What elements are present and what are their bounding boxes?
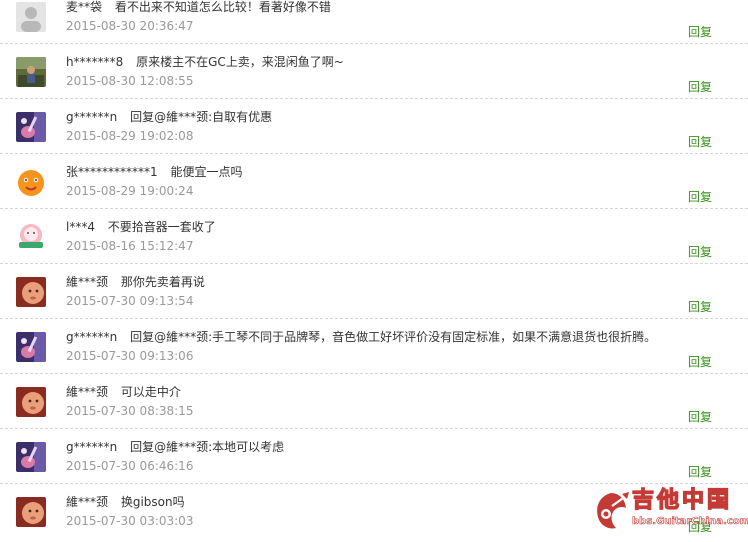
comment-timestamp: 2015-07-30 06:46:16: [66, 459, 194, 473]
avatar[interactable]: [16, 112, 46, 142]
comment-text: 能便宜一点吗: [170, 165, 243, 179]
reply-button[interactable]: 回复: [688, 299, 712, 315]
comment-text: 那你先卖着再说: [120, 275, 205, 289]
comment-text: 回复@維***颈:手工琴不同于品牌琴，音色做工好坏评价没有固定标准，如果不满意退…: [130, 330, 657, 344]
avatar[interactable]: [16, 442, 46, 472]
guitar-avatar-icon: [16, 112, 46, 142]
comment-item: g******n 回复@維***颈:本地可以考虑 2015-07-30 06:4…: [0, 429, 748, 484]
comment-text: 不要拾音器一套收了: [107, 220, 216, 234]
reply-button[interactable]: 回复: [688, 24, 712, 40]
guitarchina-watermark: 吉他中国 bbs.GuitarChina.com: [592, 487, 748, 534]
avatar[interactable]: [16, 332, 46, 362]
comment-timestamp: 2015-08-30 20:36:47: [66, 19, 194, 33]
avatar[interactable]: [16, 387, 46, 417]
comment-text: 原来楼主不在GC上卖，来混闲鱼了啊~: [136, 55, 344, 69]
comment-timestamp: 2015-08-29 19:02:08: [66, 129, 194, 143]
comment-text: 换gibson吗: [120, 495, 185, 509]
comment-username[interactable]: g******n: [66, 440, 117, 454]
reply-button[interactable]: 回复: [688, 134, 712, 150]
comment-username[interactable]: 維***颈: [66, 495, 108, 509]
reply-button[interactable]: 回复: [688, 354, 712, 370]
reply-button[interactable]: 回复: [688, 189, 712, 205]
guitar-avatar-icon: [16, 442, 46, 472]
comment-username[interactable]: l***4: [66, 220, 95, 234]
comment-timestamp: 2015-08-30 12:08:55: [66, 74, 194, 88]
reply-button[interactable]: 回复: [688, 79, 712, 95]
comment-item: 麦**袋 看不出来不知道怎么比较！看著好像不错 2015-08-30 20:36…: [0, 0, 748, 44]
comment-username[interactable]: h*******8: [66, 55, 123, 69]
avatar[interactable]: [16, 57, 46, 87]
comment-item: g******n 回复@維***颈:自取有优惠 2015-08-29 19:02…: [0, 99, 748, 154]
comment-item: 維***颈 那你先卖着再说 2015-07-30 09:13:54 回复: [0, 264, 748, 319]
baby-photo-avatar-icon: [16, 277, 46, 307]
comment-username[interactable]: g******n: [66, 330, 117, 344]
comment-username[interactable]: 維***颈: [66, 385, 108, 399]
comment-timestamp: 2015-08-29 19:00:24: [66, 184, 194, 198]
photo-avatar-icon: [16, 57, 46, 87]
cartoon-avatar-icon: [16, 167, 46, 197]
comment-text: 回复@維***颈:自取有优惠: [130, 110, 273, 124]
comment-timestamp: 2015-07-30 03:03:03: [66, 514, 194, 528]
badge-avatar-icon: [16, 222, 46, 252]
default-avatar-icon: [16, 2, 46, 32]
avatar[interactable]: [16, 2, 46, 32]
reply-button[interactable]: 回复: [688, 464, 712, 480]
reply-button[interactable]: 回复: [688, 409, 712, 425]
comment-item: l***4 不要拾音器一套收了 2015-08-16 15:12:47 回复: [0, 209, 748, 264]
comment-timestamp: 2015-07-30 08:38:15: [66, 404, 194, 418]
guitar-avatar-icon: [16, 332, 46, 362]
comment-username[interactable]: 张************1: [66, 165, 158, 179]
baby-photo-avatar-icon: [16, 497, 46, 527]
comment-username[interactable]: 維***颈: [66, 275, 108, 289]
baby-photo-avatar-icon: [16, 387, 46, 417]
comment-username[interactable]: 麦**袋: [66, 0, 102, 14]
guitar-logo-icon: [597, 492, 629, 529]
comment-text: 看不出来不知道怎么比较！看著好像不错: [114, 0, 331, 14]
comment-username[interactable]: g******n: [66, 110, 117, 124]
comment-item: 张************1 能便宜一点吗 2015-08-29 19:00:2…: [0, 154, 748, 209]
comment-text: 回复@維***颈:本地可以考虑: [130, 440, 285, 454]
comment-timestamp: 2015-08-16 15:12:47: [66, 239, 194, 253]
comment-list: 麦**袋 看不出来不知道怎么比较！看著好像不错 2015-08-30 20:36…: [0, 0, 748, 538]
comment-item: h*******8 原来楼主不在GC上卖，来混闲鱼了啊~ 2015-08-30 …: [0, 44, 748, 99]
comment-text: 可以走中介: [120, 385, 181, 399]
avatar[interactable]: [16, 277, 46, 307]
avatar[interactable]: [16, 222, 46, 252]
comment-item: 維***颈 可以走中介 2015-07-30 08:38:15 回复: [0, 374, 748, 429]
watermark-logo-text: 吉他中国: [631, 487, 733, 513]
avatar[interactable]: [16, 167, 46, 197]
reply-button[interactable]: 回复: [688, 244, 712, 260]
comment-item: g******n 回复@維***颈:手工琴不同于品牌琴，音色做工好坏评价没有固定…: [0, 319, 748, 374]
comment-timestamp: 2015-07-30 09:13:06: [66, 349, 194, 363]
watermark-url: bbs.GuitarChina.com: [632, 516, 748, 528]
avatar[interactable]: [16, 497, 46, 527]
comment-timestamp: 2015-07-30 09:13:54: [66, 294, 194, 308]
